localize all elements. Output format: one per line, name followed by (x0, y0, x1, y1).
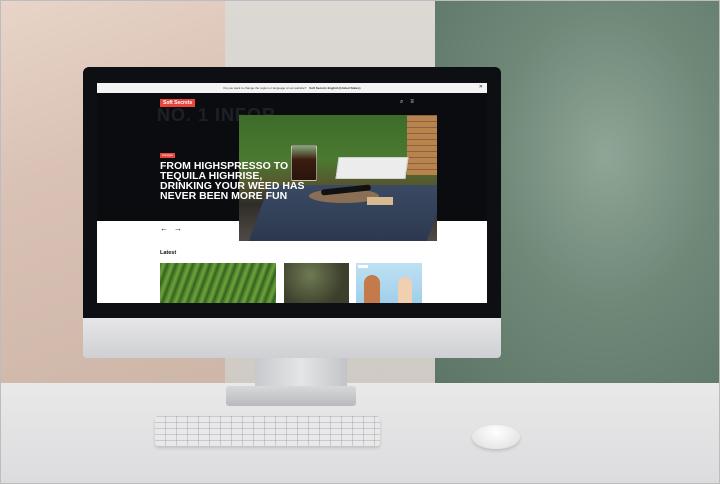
illustration-person-1 (364, 275, 380, 303)
thumbnail-tag (358, 265, 368, 268)
latest-heading: Latest (160, 250, 177, 256)
illustration-person-2 (398, 277, 412, 303)
box-shape (367, 197, 393, 205)
region-notice-text: Do you want to change the region or lang… (223, 86, 307, 90)
site-logo[interactable]: Soft Secrets (160, 99, 196, 107)
carousel-controls: ← → (160, 224, 182, 233)
menu-icon[interactable]: ≡ (410, 99, 414, 106)
latest-thumbnail-illustration[interactable] (356, 263, 422, 303)
hero-section: NO. 1 INFOR Soft Secrets ⌕ ≡ Lifestyle F… (97, 93, 487, 241)
keyboard (155, 416, 380, 446)
hero-headline[interactable]: FROM HIGHSPRESSO TO TEQUILA HIGHRISE, DR… (160, 161, 310, 202)
region-option-link[interactable]: Soft Secrets English (United States) (309, 86, 360, 90)
monitor-foot (226, 386, 356, 406)
header-icons: ⌕ ≡ (400, 99, 414, 106)
close-icon[interactable]: ✕ (479, 84, 483, 90)
monitor-stand (255, 358, 347, 388)
search-icon[interactable]: ⌕ (400, 99, 403, 106)
latest-thumbnail-cannabis[interactable] (160, 263, 276, 303)
book-shape (335, 157, 409, 179)
mouse (472, 425, 520, 449)
monitor-chin (83, 318, 501, 358)
arrow-left-icon[interactable]: ← (160, 224, 168, 233)
brick-wall (407, 115, 437, 175)
latest-thumbnail-plant[interactable] (284, 263, 349, 303)
arrow-right-icon[interactable]: → (174, 224, 182, 233)
region-notice-bar: Do you want to change the region or lang… (97, 83, 487, 93)
monitor-screen: Do you want to change the region or lang… (97, 83, 487, 303)
category-badge[interactable]: Lifestyle (160, 153, 176, 158)
